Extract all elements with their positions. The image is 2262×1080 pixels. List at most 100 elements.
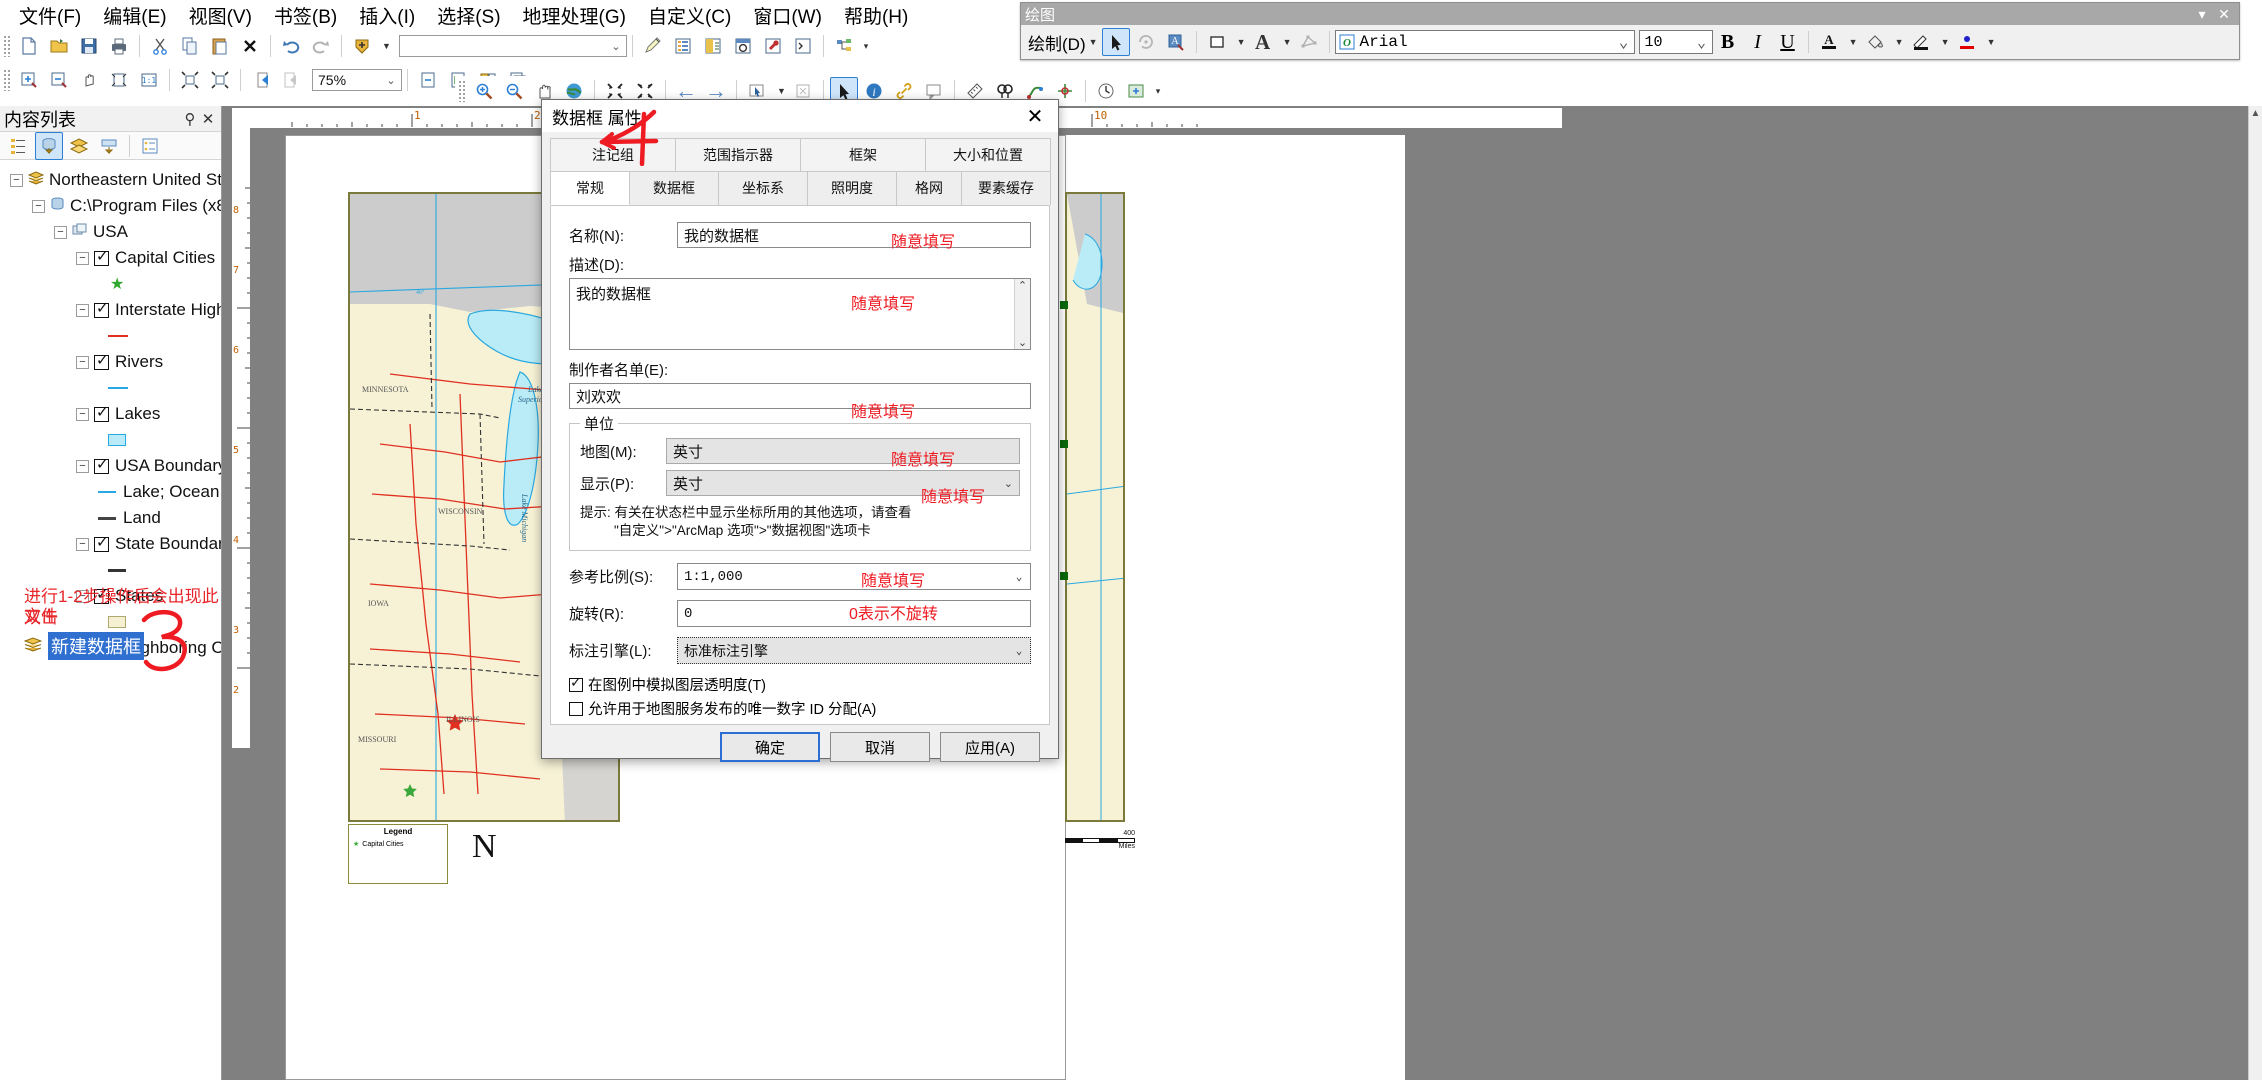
name-input[interactable]: 我的数据框: [677, 222, 1031, 248]
scale-combo[interactable]: ⌄: [399, 35, 627, 57]
list-by-visibility-icon[interactable]: [65, 132, 93, 160]
font-size-combo[interactable]: 10 ⌄: [1639, 30, 1713, 54]
apply-button[interactable]: 应用(A): [940, 732, 1040, 762]
undo-icon[interactable]: [277, 32, 305, 60]
list-by-source-icon[interactable]: [35, 132, 63, 160]
toc-item-usa[interactable]: − USA: [0, 219, 221, 245]
scroll-up-icon[interactable]: ⌃: [1018, 279, 1027, 292]
draw-menu-button[interactable]: 绘制(D) ▼: [1025, 29, 1101, 55]
fill-bucket-icon[interactable]: [1861, 28, 1889, 56]
toolbar-grip[interactable]: [458, 80, 466, 102]
toc-item-new-data-frame[interactable]: 新建数据框: [24, 632, 144, 660]
tab-extent-indicators[interactable]: 范围指示器: [675, 138, 801, 171]
close-icon[interactable]: ✕: [199, 110, 217, 128]
text-color-icon[interactable]: A: [1815, 28, 1843, 56]
textarea-scrollbar[interactable]: ⌃ ⌄: [1014, 279, 1030, 349]
toc-layer-state-boundaries[interactable]: − State Boundaries: [0, 531, 221, 557]
menu-item-insert[interactable]: 插入(I): [348, 0, 426, 31]
chevron-down-icon[interactable]: ⌄: [1692, 33, 1712, 52]
chevron-down-icon[interactable]: ▼: [1845, 28, 1859, 56]
expander-icon[interactable]: −: [76, 304, 89, 317]
expander-icon[interactable]: −: [76, 538, 89, 551]
toolbar-grip[interactable]: [3, 35, 11, 57]
fixed-zoom-in-icon[interactable]: [176, 66, 204, 94]
simulate-transparency-checkbox[interactable]: [569, 678, 583, 692]
line-color-icon[interactable]: [1907, 28, 1935, 56]
zoom-whole-page-icon[interactable]: [105, 66, 133, 94]
new-text-icon[interactable]: A: [1162, 28, 1190, 56]
chevron-down-icon[interactable]: ⌄: [1004, 477, 1013, 490]
toc-layer-capital-cities[interactable]: − Capital Cities: [0, 245, 221, 271]
redo-icon[interactable]: [307, 32, 335, 60]
select-elements-icon[interactable]: [1102, 28, 1130, 56]
description-textarea[interactable]: 我的数据框 ⌃ ⌄: [569, 278, 1031, 350]
tab-frame[interactable]: 框架: [800, 138, 926, 171]
menu-item-selection[interactable]: 选择(S): [426, 0, 511, 31]
search-icon[interactable]: [729, 32, 757, 60]
tab-feature-cache[interactable]: 要素缓存: [961, 171, 1051, 205]
chevron-down-icon[interactable]: ⌄: [608, 40, 624, 53]
toc-layer-interstate-highways[interactable]: − Interstate Highw: [0, 297, 221, 323]
expander-icon[interactable]: −: [76, 356, 89, 369]
toc-layer-lakes[interactable]: − Lakes: [0, 401, 221, 427]
layer-visibility-checkbox[interactable]: [94, 459, 109, 474]
go-forward-extent-icon[interactable]: [277, 66, 305, 94]
chevron-down-icon[interactable]: ⌄: [383, 74, 399, 87]
pan-page-icon[interactable]: [75, 66, 103, 94]
toc-layer-rivers[interactable]: − Rivers: [0, 349, 221, 375]
drawing-toolbar-titlebar[interactable]: 绘图 ▾ ✕: [1021, 3, 2239, 25]
dialog-titlebar[interactable]: 数据框 属性 ✕: [542, 100, 1058, 132]
layer-visibility-checkbox[interactable]: [94, 407, 109, 422]
expander-icon[interactable]: −: [10, 174, 23, 187]
open-folder-icon[interactable]: [45, 32, 73, 60]
data-frame-properties-dialog[interactable]: 数据框 属性 ✕ 注记组 范围指示器 框架 大小和位置 常规 数据框 坐标系 照…: [541, 99, 1059, 759]
ok-button[interactable]: 确定: [720, 732, 820, 762]
toc-layer-usa-boundary[interactable]: − USA Boundary: [0, 453, 221, 479]
unique-numeric-id-checkbox[interactable]: [569, 702, 583, 716]
tab-annotation-groups[interactable]: 注记组: [550, 138, 676, 171]
underline-button[interactable]: U: [1773, 29, 1803, 55]
arctoolbox-icon[interactable]: [759, 32, 787, 60]
chevron-down-icon[interactable]: ▼: [1983, 28, 1997, 56]
chevron-down-icon[interactable]: ⌄: [1010, 570, 1028, 584]
expander-icon[interactable]: −: [54, 226, 67, 239]
fill-color-icon[interactable]: [1203, 28, 1231, 56]
zoom-out-icon[interactable]: [500, 77, 528, 105]
toolbar-grip[interactable]: [3, 69, 11, 91]
menu-item-file[interactable]: 文件(F): [8, 0, 92, 31]
edit-vertices-icon[interactable]: [1295, 28, 1323, 56]
map-data-frame-right[interactable]: [1065, 192, 1125, 822]
model-builder-icon[interactable]: [830, 32, 858, 60]
chevron-down-icon[interactable]: ⌄: [1614, 32, 1634, 52]
copy-icon[interactable]: [176, 32, 204, 60]
rotate-icon[interactable]: [1132, 28, 1160, 56]
layer-visibility-checkbox[interactable]: [94, 537, 109, 552]
menu-item-help[interactable]: 帮助(H): [833, 0, 919, 31]
chevron-down-icon[interactable]: ▼: [1891, 28, 1905, 56]
expander-icon[interactable]: −: [32, 200, 45, 213]
tab-grids[interactable]: 格网: [896, 171, 962, 205]
font-color-icon[interactable]: A: [1249, 28, 1277, 56]
tab-general[interactable]: 常规: [550, 171, 630, 205]
vertical-scrollbar[interactable]: ▲: [2248, 106, 2262, 1080]
italic-button[interactable]: I: [1743, 29, 1773, 55]
table-of-contents-icon[interactable]: [669, 32, 697, 60]
toolbar-overflow-icon[interactable]: ▾: [1152, 77, 1164, 105]
zoom-100-icon[interactable]: 1:1: [135, 66, 163, 94]
expander-icon[interactable]: −: [76, 460, 89, 473]
time-slider-icon[interactable]: [1092, 77, 1120, 105]
menu-item-geoprocessing[interactable]: 地理处理(G): [512, 0, 637, 31]
toc-item-database[interactable]: − C:\Program Files (x86)\: [0, 193, 221, 219]
zoom-percent-combo[interactable]: 75% ⌄: [312, 69, 402, 91]
tab-illumination[interactable]: 照明度: [807, 171, 897, 205]
zoom-out-page-icon[interactable]: [45, 66, 73, 94]
selection-handle[interactable]: [1060, 301, 1068, 309]
zoom-in-icon[interactable]: [470, 77, 498, 105]
toc-item-data-frame[interactable]: − Northeastern United State: [0, 167, 221, 193]
go-back-extent-icon[interactable]: [247, 66, 275, 94]
unique-numeric-id-checkbox-row[interactable]: 允许用于地图服务发布的唯一数字 ID 分配(A): [569, 698, 1031, 719]
toolbar-options-icon[interactable]: ▾: [2191, 6, 2213, 23]
add-data-icon[interactable]: [348, 32, 376, 60]
font-name-combo[interactable]: O Arial ⌄: [1335, 30, 1635, 54]
map-units-select[interactable]: 英寸: [666, 438, 1020, 464]
